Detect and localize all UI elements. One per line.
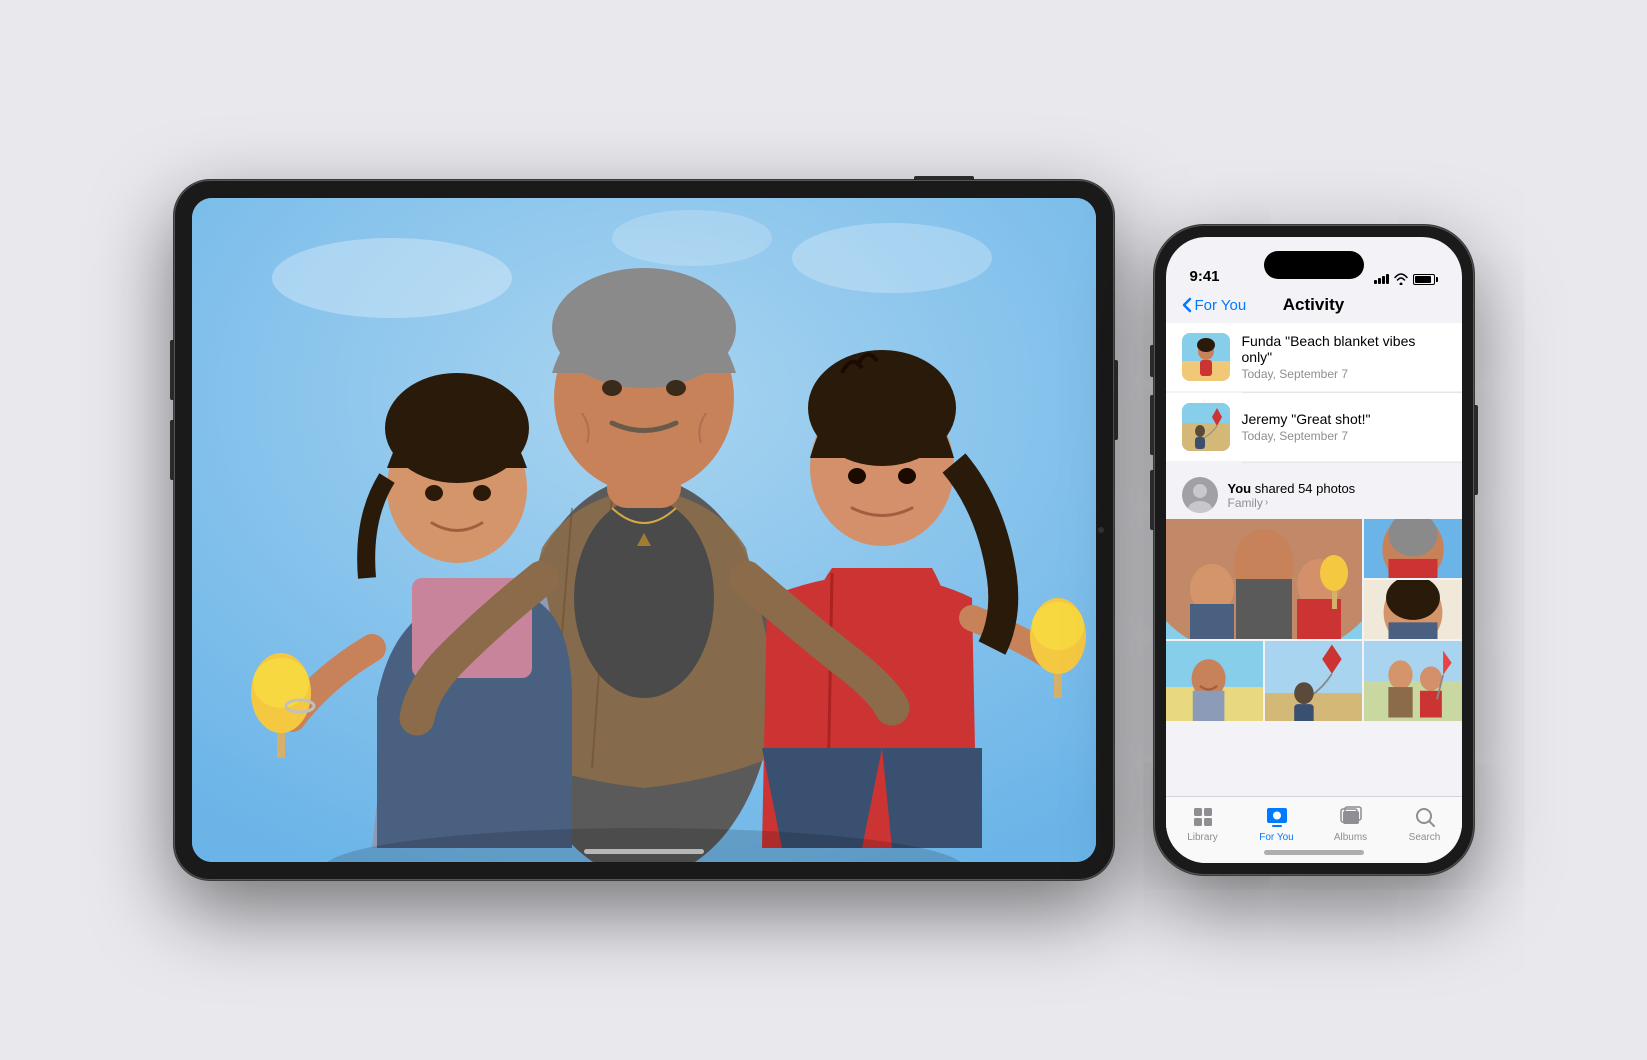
album-chevron-icon: › bbox=[1265, 497, 1268, 508]
photo-grid-bottom bbox=[1166, 641, 1462, 721]
iphone-volume-up-btn bbox=[1150, 395, 1154, 455]
tab-search[interactable]: Search bbox=[1388, 805, 1462, 843]
ipad-camera bbox=[1098, 527, 1104, 533]
activity-text-jeremy: Jeremy "Great shot!" Today, September 7 bbox=[1242, 411, 1446, 443]
iphone-power-btn bbox=[1474, 405, 1478, 495]
activity-date-funda: Today, September 7 bbox=[1242, 367, 1446, 381]
tab-for-you[interactable]: For You bbox=[1240, 805, 1314, 843]
photo-small-2[interactable] bbox=[1364, 580, 1462, 639]
nav-title: Activity bbox=[1283, 295, 1344, 315]
tab-for-you-label: For You bbox=[1259, 832, 1293, 843]
shared-action-text: You shared 54 photos bbox=[1228, 481, 1356, 496]
tab-library[interactable]: Library bbox=[1166, 805, 1240, 843]
photo-small-1[interactable] bbox=[1364, 519, 1462, 578]
ipad-screen bbox=[192, 198, 1096, 862]
shared-album-text[interactable]: Family › bbox=[1228, 496, 1356, 510]
activity-thumb-jeremy bbox=[1182, 403, 1230, 451]
back-label: For You bbox=[1195, 297, 1247, 314]
signal-bar-2 bbox=[1378, 278, 1381, 284]
photo-grid-top bbox=[1166, 519, 1462, 639]
ipad-device bbox=[174, 180, 1114, 880]
shared-text: You shared 54 photos Family › bbox=[1228, 481, 1356, 510]
iphone-volume-down-btn bbox=[1150, 470, 1154, 530]
shared-section: You shared 54 photos Family › bbox=[1166, 463, 1462, 721]
main-scene: 9:41 bbox=[174, 180, 1474, 880]
battery-icon bbox=[1413, 274, 1438, 285]
activity-date-jeremy: Today, September 7 bbox=[1242, 429, 1446, 443]
photo-bottom-2[interactable] bbox=[1265, 641, 1362, 721]
iphone-home-indicator bbox=[1264, 850, 1364, 855]
tab-albums-label: Albums bbox=[1334, 832, 1367, 843]
dynamic-island bbox=[1264, 251, 1364, 279]
albums-icon bbox=[1339, 805, 1363, 829]
ipad-volume-down-btn bbox=[170, 420, 174, 480]
iphone-screen: 9:41 bbox=[1166, 237, 1462, 863]
ipad-home-indicator bbox=[584, 849, 704, 854]
activity-name-jeremy: Jeremy "Great shot!" bbox=[1242, 411, 1446, 427]
activity-list: Funda "Beach blanket vibes only" Today, … bbox=[1166, 323, 1462, 796]
tab-search-label: Search bbox=[1409, 832, 1441, 843]
photo-bottom-3[interactable] bbox=[1364, 641, 1461, 721]
photo-bottom-1[interactable] bbox=[1166, 641, 1263, 721]
status-time: 9:41 bbox=[1190, 268, 1220, 285]
iphone-silent-btn bbox=[1150, 345, 1154, 377]
signal-bar-3 bbox=[1382, 276, 1385, 284]
activity-name-funda: Funda "Beach blanket vibes only" bbox=[1242, 333, 1446, 365]
tab-library-label: Library bbox=[1187, 832, 1218, 843]
back-chevron-icon bbox=[1182, 297, 1192, 313]
activity-item-jeremy[interactable]: Jeremy "Great shot!" Today, September 7 bbox=[1166, 393, 1462, 461]
photo-grid-container bbox=[1166, 519, 1462, 721]
signal-icon bbox=[1374, 274, 1389, 284]
nav-header: For You Activity bbox=[1166, 291, 1462, 323]
signal-bar-4 bbox=[1386, 274, 1389, 284]
wifi-icon bbox=[1394, 273, 1408, 285]
ipad-photo-display bbox=[192, 198, 1096, 862]
tab-albums[interactable]: Albums bbox=[1314, 805, 1388, 843]
photo-large[interactable] bbox=[1166, 519, 1362, 639]
library-icon bbox=[1191, 805, 1215, 829]
shared-header: You shared 54 photos Family › bbox=[1166, 471, 1462, 519]
activity-item-funda[interactable]: Funda "Beach blanket vibes only" Today, … bbox=[1166, 323, 1462, 391]
ipad-power-btn bbox=[1114, 360, 1118, 440]
status-icons bbox=[1374, 273, 1438, 285]
nav-back-button[interactable]: For You bbox=[1182, 297, 1247, 314]
search-icon bbox=[1413, 805, 1437, 829]
for-you-icon bbox=[1265, 805, 1289, 829]
ipad-top-btn bbox=[914, 176, 974, 180]
ipad-volume-up-btn bbox=[170, 340, 174, 400]
signal-bar-1 bbox=[1374, 280, 1377, 284]
shared-avatar bbox=[1182, 477, 1218, 513]
photo-grid-top-right bbox=[1364, 519, 1462, 639]
activity-thumb-funda bbox=[1182, 333, 1230, 381]
activity-text-funda: Funda "Beach blanket vibes only" Today, … bbox=[1242, 333, 1446, 381]
iphone-device: 9:41 bbox=[1154, 225, 1474, 875]
